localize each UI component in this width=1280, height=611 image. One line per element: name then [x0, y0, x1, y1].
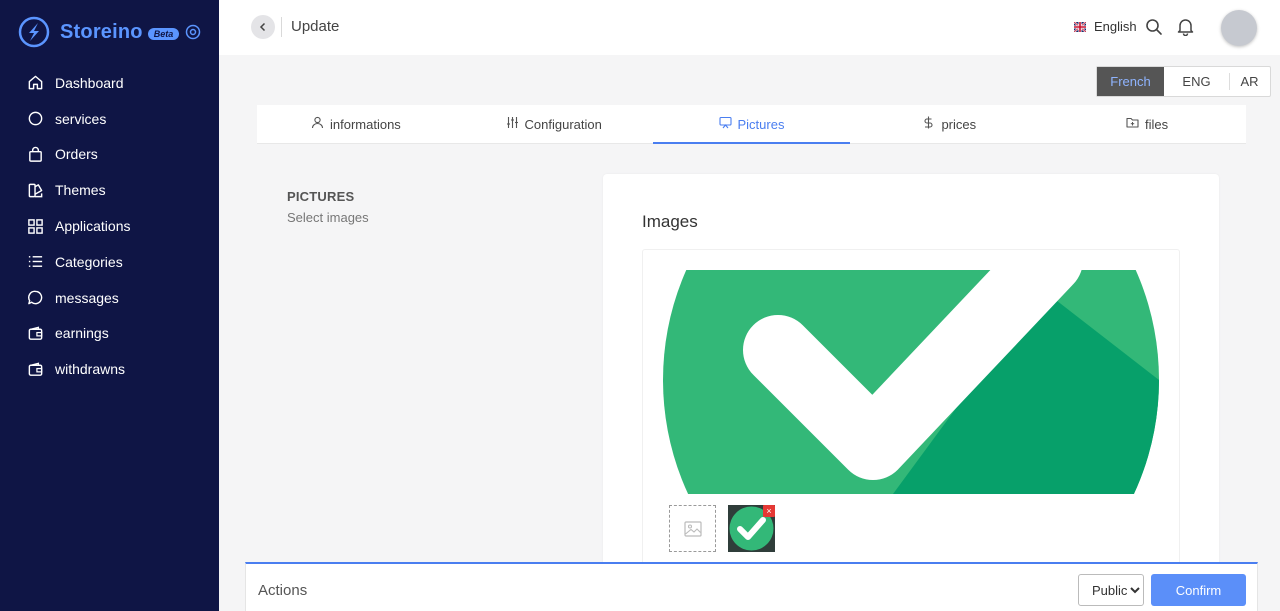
shopping-bag-icon [26, 145, 44, 163]
sidebar-item-orders[interactable]: Orders [0, 137, 219, 173]
section-subtitle: Select images [287, 210, 369, 225]
monitor-icon [718, 116, 732, 129]
sidebar-item-label: earnings [55, 325, 109, 342]
home-icon [26, 74, 44, 92]
sidebar-item-label: Orders [55, 146, 98, 163]
brand[interactable]: Storeino Beta [18, 15, 201, 49]
sidebar-item-withdrawns[interactable]: withdrawns [0, 351, 219, 387]
brand-name: Storeino [60, 20, 143, 43]
chat-bubble-icon [26, 289, 44, 307]
image-preview [663, 270, 1159, 494]
storeino-logo-icon [18, 16, 50, 48]
grid-icon [26, 217, 44, 235]
sidebar-item-services[interactable]: services [0, 101, 219, 137]
section-title: PICTURES [287, 189, 355, 204]
tab-label: prices [941, 116, 977, 132]
sidebar-item-applications[interactable]: Applications [0, 208, 219, 244]
language-option-french[interactable]: French [1097, 67, 1164, 96]
sidebar-item-categories[interactable]: Categories [0, 244, 219, 280]
sidebar-nav: Dashboard services Orders Themes Applica… [0, 65, 219, 387]
sidebar-item-label: withdrawns [55, 361, 126, 378]
palette-icon [26, 181, 44, 199]
sidebar-item-label: Applications [55, 218, 131, 235]
checkmark-image [663, 270, 1159, 494]
visibility-select[interactable]: Public [1078, 574, 1144, 606]
user-icon [311, 116, 324, 129]
sidebar-item-label: Categories [55, 253, 123, 270]
top-bar: Update English [219, 0, 1280, 55]
content-language-switch: French ENG AR [1096, 66, 1271, 97]
sidebar-item-label: services [55, 110, 107, 127]
dollar-icon [924, 116, 933, 129]
wallet-icon [26, 324, 44, 342]
chevron-left-icon [259, 22, 266, 32]
images-card-title: Images [642, 212, 698, 231]
sidebar-item-messages[interactable]: messages [0, 280, 219, 316]
sidebar-item-dashboard[interactable]: Dashboard [0, 65, 219, 101]
folder-icon [1126, 117, 1139, 128]
tab-pictures[interactable]: Pictures [652, 105, 851, 144]
sidebar-item-label: messages [55, 289, 119, 306]
wallet-icon [26, 360, 44, 378]
sidebar-item-label: Themes [55, 182, 106, 199]
back-button[interactable] [251, 15, 275, 39]
language-picker[interactable]: English [1074, 19, 1137, 34]
tab-label: Pictures [737, 116, 785, 132]
tab-files[interactable]: files [1048, 105, 1246, 143]
tab-label: files [1145, 116, 1169, 132]
language-label: English [1094, 19, 1137, 34]
sidebar-item-themes[interactable]: Themes [0, 172, 219, 208]
tab-informations[interactable]: informations [257, 105, 455, 143]
actions-bar: Actions Public Confirm [245, 562, 1258, 611]
avatar[interactable] [1221, 10, 1257, 46]
actions-label: Actions [258, 582, 308, 599]
bell-icon[interactable] [1176, 17, 1195, 36]
target-icon[interactable] [185, 24, 201, 40]
image-placeholder-icon [683, 520, 702, 537]
uk-flag-icon [1074, 21, 1086, 32]
language-option-ar[interactable]: AR [1229, 67, 1270, 96]
sidebar: Storeino Beta Dashboard services Orders [0, 0, 219, 611]
search-icon[interactable] [1145, 18, 1163, 36]
page-title: Update [291, 18, 340, 35]
remove-image-button[interactable]: × [763, 505, 775, 517]
language-option-eng[interactable]: ENG [1164, 67, 1229, 96]
circle-icon [26, 110, 44, 128]
tab-label: Configuration [524, 116, 602, 132]
sidebar-item-label: Dashboard [55, 74, 124, 91]
confirm-button[interactable]: Confirm [1151, 574, 1246, 606]
divider [281, 17, 282, 37]
sliders-icon [506, 117, 518, 128]
add-image-button[interactable] [669, 505, 716, 552]
beta-badge: Beta [147, 28, 180, 40]
sidebar-item-earnings[interactable]: earnings [0, 316, 219, 352]
list-icon [26, 253, 44, 271]
tab-configuration[interactable]: Configuration [455, 105, 653, 143]
tab-label: informations [329, 116, 401, 132]
tab-prices[interactable]: prices [850, 105, 1048, 143]
product-tabs: informations Configuration Pictures pric… [257, 105, 1246, 144]
